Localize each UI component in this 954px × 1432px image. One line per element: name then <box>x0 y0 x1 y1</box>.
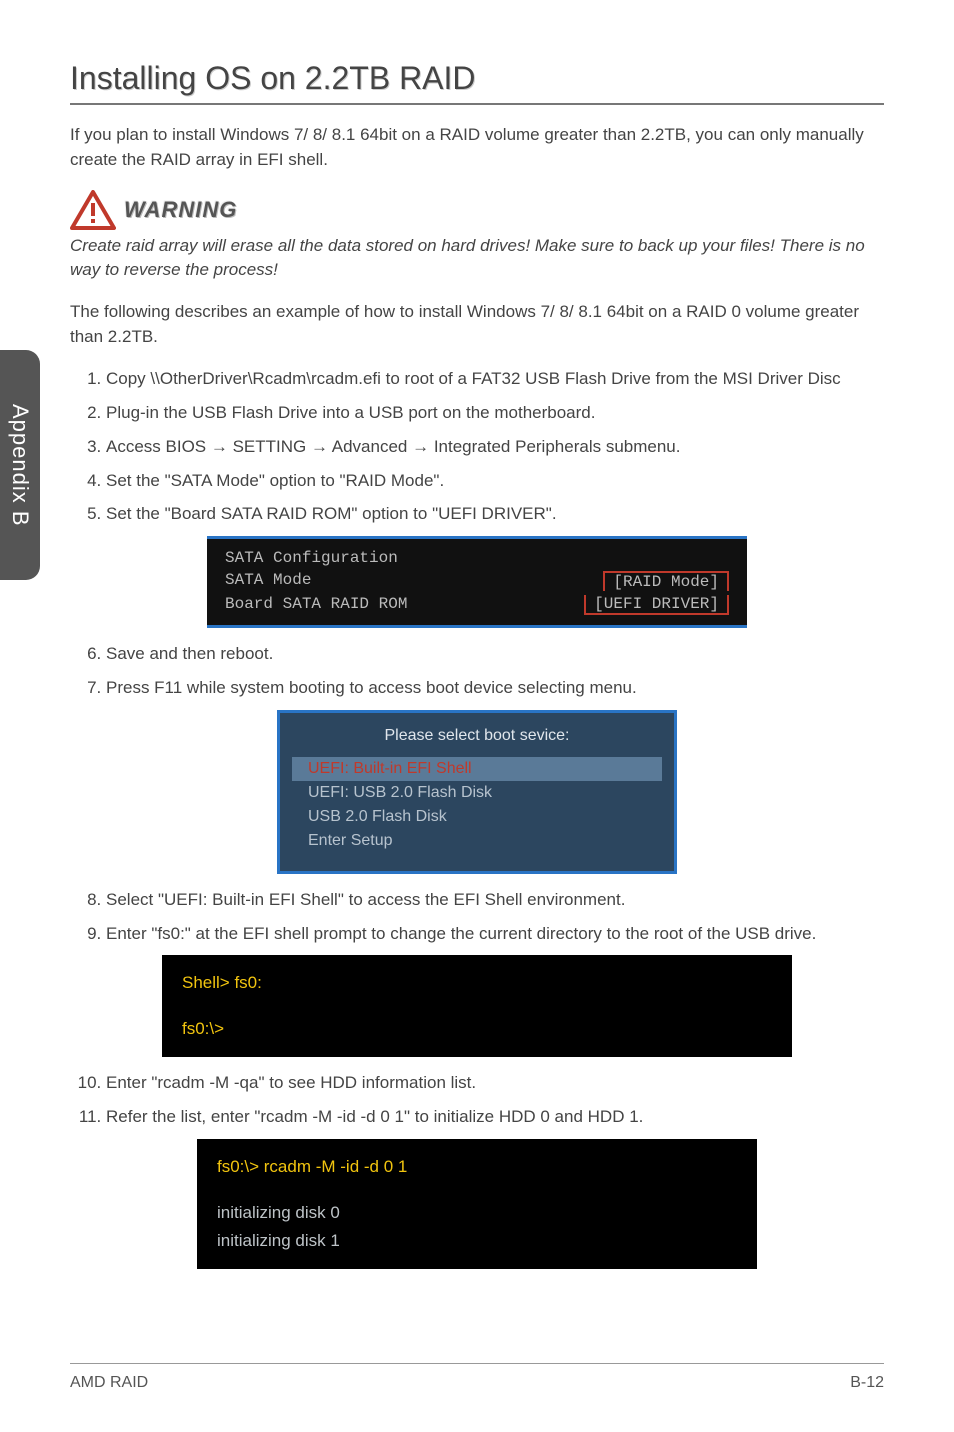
footer-left: AMD RAID <box>70 1374 148 1392</box>
bios-row: SATA Mode [RAID Mode] <box>225 569 729 593</box>
step-item: Set the "Board SATA RAID ROM" option to … <box>106 502 884 526</box>
step-item: Access BIOS → SETTING → Advanced → Integ… <box>106 435 884 459</box>
description-text: The following describes an example of ho… <box>70 300 884 349</box>
step-item: Save and then reboot. <box>106 642 884 666</box>
steps-list-4: Enter "rcadm -M -qa" to see HDD informat… <box>70 1071 884 1129</box>
warning-block: WARNING Create raid array will erase all… <box>70 190 884 282</box>
step-item: Enter "fs0:" at the EFI shell prompt to … <box>106 922 884 946</box>
boot-menu-item: USB 2.0 Flash Disk <box>280 805 674 829</box>
bios-value-highlight: [RAID Mode] <box>603 571 729 591</box>
step-item: Press F11 while system booting to access… <box>106 676 884 700</box>
intro-text: If you plan to install Windows 7/ 8/ 8.1… <box>70 123 884 172</box>
bios-header: SATA Configuration <box>225 549 398 567</box>
shell-line: initializing disk 1 <box>217 1227 737 1255</box>
boot-menu-item: UEFI: USB 2.0 Flash Disk <box>280 781 674 805</box>
shell-blank <box>182 997 772 1015</box>
shell-line: Shell> fs0: <box>182 969 772 997</box>
warning-text: Create raid array will erase all the dat… <box>70 234 884 282</box>
steps-list-3: Select "UEFI: Built-in EFI Shell" to acc… <box>70 888 884 946</box>
boot-menu-screenshot: Please select boot sevice: UEFI: Built-i… <box>277 710 677 874</box>
bios-label: SATA Mode <box>225 571 311 591</box>
warning-header: WARNING <box>70 190 884 230</box>
warning-label: WARNING <box>124 197 237 223</box>
step-item: Select "UEFI: Built-in EFI Shell" to acc… <box>106 888 884 912</box>
steps-list-1: Copy \\OtherDriver\Rcadm\rcadm.efi to ro… <box>70 367 884 526</box>
step-item: Enter "rcadm -M -qa" to see HDD informat… <box>106 1071 884 1095</box>
bios-header-row: SATA Configuration <box>225 547 729 569</box>
boot-menu-item: Enter Setup <box>280 829 674 853</box>
shell-screenshot-2: fs0:\> rcadm -M -id -d 0 1 initializing … <box>197 1139 757 1269</box>
page-footer: AMD RAID B-12 <box>70 1363 884 1392</box>
shell-line: fs0:\> rcadm -M -id -d 0 1 <box>217 1153 737 1181</box>
boot-menu-title: Please select boot sevice: <box>280 723 674 757</box>
shell-line: initializing disk 0 <box>217 1199 737 1227</box>
footer-right: B-12 <box>850 1374 884 1392</box>
bios-screenshot: SATA Configuration SATA Mode [RAID Mode]… <box>207 536 747 628</box>
bios-value-highlight: [UEFI DRIVER] <box>584 595 729 615</box>
step-item: Refer the list, enter "rcadm -M -id -d 0… <box>106 1105 884 1129</box>
step-item: Set the "SATA Mode" option to "RAID Mode… <box>106 469 884 493</box>
boot-menu-item-selected: UEFI: Built-in EFI Shell <box>292 757 662 781</box>
shell-blank <box>217 1181 737 1199</box>
steps-list-2: Save and then reboot. Press F11 while sy… <box>70 642 884 700</box>
shell-line: fs0:\> <box>182 1015 772 1043</box>
shell-screenshot-1: Shell> fs0: fs0:\> <box>162 955 792 1057</box>
bios-label: Board SATA RAID ROM <box>225 595 407 615</box>
step-item: Copy \\OtherDriver\Rcadm\rcadm.efi to ro… <box>106 367 884 391</box>
step-item: Plug-in the USB Flash Drive into a USB p… <box>106 401 884 425</box>
page-title: Installing OS on 2.2TB RAID <box>70 60 884 105</box>
bios-row: Board SATA RAID ROM [UEFI DRIVER] <box>225 593 729 617</box>
page-content: Installing OS on 2.2TB RAID If you plan … <box>0 0 954 1323</box>
warning-triangle-icon <box>70 190 116 230</box>
